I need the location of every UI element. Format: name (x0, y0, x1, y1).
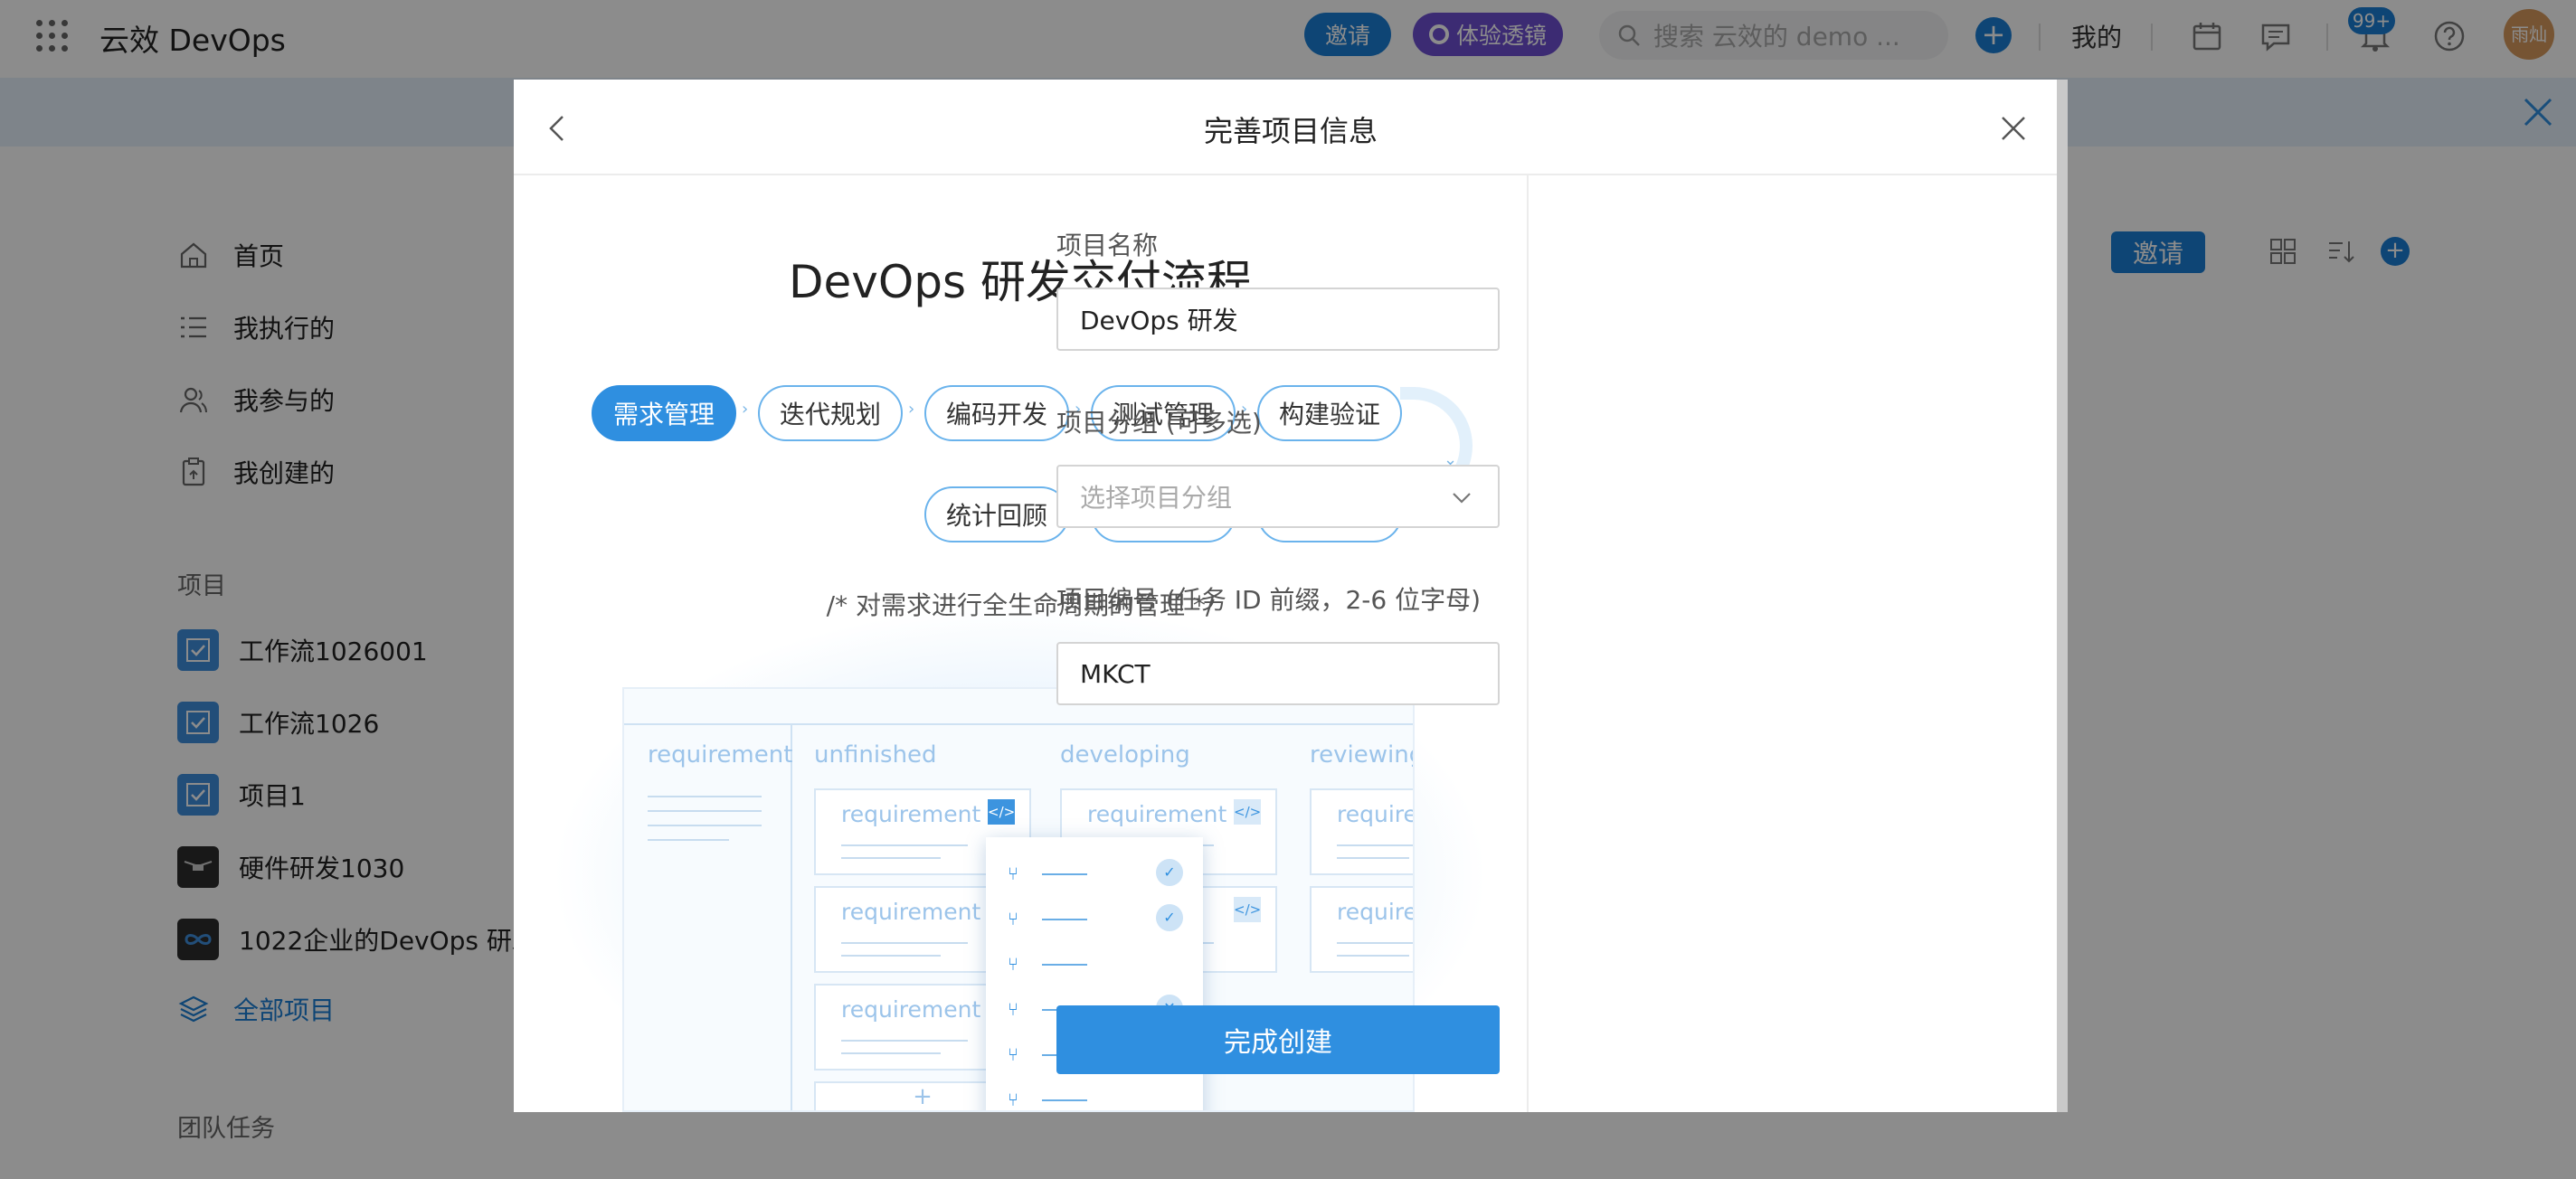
complete-create-button[interactable]: 完成创建 (1056, 1005, 1500, 1074)
column-header: unfinished (814, 741, 937, 769)
project-name-label: 项目名称 (1056, 231, 1159, 260)
project-info-modal: 完善项目信息 DevOps 研发交付流程 ⌄ 需求管理 › 迭代规划 › 编码开… (514, 80, 2068, 1112)
step-coding[interactable]: 编码开发 (924, 385, 1069, 441)
check-icon: ✓ (1156, 859, 1183, 886)
step-build[interactable]: 构建验证 (1257, 385, 1402, 441)
divider (791, 723, 792, 1110)
kanban-card: requiren (1310, 788, 1413, 875)
close-icon[interactable] (1997, 112, 2030, 145)
branch-icon: ⑂ (1008, 953, 1018, 975)
step-statistics[interactable]: 统计回顾 (924, 486, 1069, 542)
code-tag-icon: </> (988, 799, 1015, 825)
modal-title: 完善项目信息 (1203, 114, 1378, 148)
modal-scrollbar[interactable] (2057, 80, 2068, 1112)
divider (1527, 175, 1529, 1112)
branch-icon: ⑂ (1008, 863, 1018, 884)
branch-icon: ⑂ (1008, 998, 1018, 1020)
code-tag-icon: </> (1234, 897, 1261, 922)
column-header: requirement (648, 741, 793, 769)
project-code-label: 项目编号 (任务 ID 前缀，2-6 位字母) (1056, 585, 1482, 615)
step-requirements[interactable]: 需求管理 (592, 385, 736, 441)
project-name-input[interactable]: DevOps 研发 (1056, 288, 1500, 351)
branch-icon: ⑂ (1008, 1043, 1018, 1065)
check-icon: ✓ (1156, 904, 1183, 931)
project-group-label: 项目分组 (可多选) (1056, 408, 1262, 438)
chevron-right-icon: › (742, 400, 749, 419)
chevron-right-icon: › (908, 400, 915, 419)
step-iteration[interactable]: 迭代规划 (758, 385, 903, 441)
chevron-down-icon (1453, 493, 1471, 504)
column-header: reviewing (1310, 741, 1415, 769)
project-code-input[interactable]: MKCT (1056, 642, 1500, 705)
project-group-placeholder: 选择项目分组 (1080, 483, 1233, 513)
kanban-card: requiren (1310, 886, 1413, 973)
branch-icon: ⑂ (1008, 1089, 1018, 1110)
project-group-select[interactable]: 选择项目分组 (1056, 465, 1500, 528)
column-header: developing (1060, 741, 1190, 769)
modal-header: 完善项目信息 (514, 80, 2068, 175)
divider (624, 723, 1413, 725)
code-tag-icon: </> (1234, 799, 1261, 825)
branch-icon: ⑂ (1008, 908, 1018, 929)
